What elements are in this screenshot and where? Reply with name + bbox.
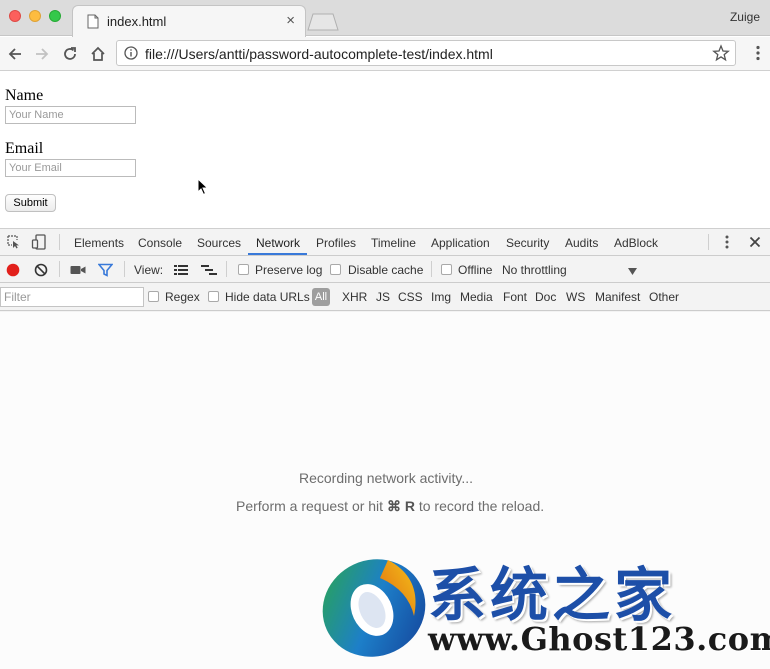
toolbar-divider [226, 261, 227, 277]
tab-timeline[interactable]: Timeline [371, 236, 416, 250]
reload-icon[interactable] [60, 44, 80, 64]
clear-icon[interactable] [33, 262, 49, 278]
reload-hint: Perform a request or hit ⌘ R to record t… [236, 498, 544, 515]
tab-application[interactable]: Application [431, 236, 490, 250]
minimize-window-button[interactable] [29, 10, 41, 22]
forward-icon[interactable] [32, 44, 52, 64]
hide-data-urls-label: Hide data URLs [225, 290, 310, 304]
tab-elements[interactable]: Elements [74, 236, 124, 250]
reload-shortcut: ⌘ R [386, 498, 415, 514]
name-field[interactable]: Your Name [5, 106, 136, 124]
filter-input[interactable]: Filter [0, 287, 144, 307]
filter-type-doc[interactable]: Doc [535, 290, 556, 304]
dropdown-arrow-icon [628, 265, 637, 279]
offline-checkbox[interactable] [441, 264, 452, 275]
devtools-tab-bar: Elements Console Sources Network Profile… [0, 229, 770, 256]
recording-message: Recording network activity... [299, 470, 474, 486]
tab-profiles[interactable]: Profiles [316, 236, 356, 250]
page-icon [87, 14, 99, 32]
tab-audits[interactable]: Audits [565, 236, 598, 250]
browser-tab[interactable]: index.html × [72, 5, 306, 37]
watermark-url-text: www.Ghost123.com [428, 620, 770, 658]
bookmark-star-icon[interactable] [712, 44, 730, 65]
watermark: 系统之家 www.Ghost123.com [318, 550, 770, 669]
filter-type-ws[interactable]: WS [566, 290, 585, 304]
tab-adblock[interactable]: AdBlock [614, 236, 658, 250]
toolbar-divider [59, 234, 60, 250]
toolbar-divider [124, 261, 125, 277]
toolbar-divider [431, 261, 432, 277]
tab-console[interactable]: Console [138, 236, 182, 250]
filter-type-js[interactable]: JS [376, 290, 390, 304]
tab-security[interactable]: Security [506, 236, 549, 250]
back-icon[interactable] [5, 44, 25, 64]
tab-title: index.html [107, 14, 167, 29]
name-label: Name [5, 87, 44, 104]
filter-type-xhr[interactable]: XHR [342, 290, 367, 304]
email-label: Email [5, 140, 44, 157]
reload-hint-prefix: Perform a request or hit [236, 498, 387, 514]
tab-network[interactable]: Network [256, 236, 300, 250]
toolbar-divider [708, 234, 709, 250]
watermark-logo-icon [318, 550, 430, 665]
toolbar-divider [59, 261, 60, 277]
submit-button[interactable]: Submit [5, 194, 56, 212]
throttling-value: No throttling [502, 263, 567, 277]
page-content: Name Your Name Email Your Email Submit [0, 72, 770, 228]
disable-cache-checkbox[interactable] [330, 264, 341, 275]
close-devtools-icon[interactable] [747, 234, 763, 250]
hide-data-urls-checkbox[interactable] [208, 291, 219, 302]
close-window-button[interactable] [9, 10, 21, 22]
offline-label: Offline [458, 263, 493, 277]
regex-checkbox[interactable] [148, 291, 159, 302]
filter-type-all[interactable]: All [312, 288, 330, 306]
filter-icon[interactable] [97, 262, 113, 278]
preserve-log-checkbox[interactable] [238, 264, 249, 275]
regex-label: Regex [165, 290, 200, 304]
network-toolbar: View: Preserve log Disable cache Offline… [0, 256, 770, 283]
profile-name[interactable]: Zuige [730, 10, 760, 24]
inspect-element-icon[interactable] [6, 234, 22, 250]
mouse-cursor-icon [197, 177, 209, 199]
browser-menu-icon[interactable] [756, 45, 760, 64]
email-field[interactable]: Your Email [5, 159, 136, 177]
filter-bar: Filter Regex Hide data URLs All XHR JS C… [0, 283, 770, 311]
tab-close-icon[interactable]: × [286, 12, 295, 29]
view-label: View: [134, 263, 164, 277]
throttling-select[interactable]: No throttling [500, 260, 642, 280]
filter-type-other[interactable]: Other [649, 290, 679, 304]
disable-cache-label: Disable cache [348, 263, 424, 277]
filter-type-font[interactable]: Font [503, 290, 527, 304]
record-icon[interactable] [5, 262, 21, 278]
device-toolbar-icon[interactable] [31, 234, 47, 250]
info-icon[interactable] [124, 46, 138, 63]
filter-type-media[interactable]: Media [460, 290, 493, 304]
address-bar[interactable]: file:///Users/antti/password-autocomplet… [116, 40, 736, 66]
tab-sources[interactable]: Sources [197, 236, 241, 250]
url-text[interactable]: file:///Users/antti/password-autocomplet… [145, 46, 493, 62]
home-icon[interactable] [88, 44, 108, 64]
preserve-log-label: Preserve log [255, 263, 323, 277]
overview-waterfall-icon[interactable] [201, 262, 217, 278]
zoom-window-button[interactable] [49, 10, 61, 22]
reload-hint-suffix: to record the reload. [414, 498, 545, 514]
filter-type-css[interactable]: CSS [398, 290, 423, 304]
active-tab-indicator [248, 253, 307, 255]
filter-type-manifest[interactable]: Manifest [595, 290, 640, 304]
title-bar: index.html × Zuige [0, 0, 770, 37]
browser-toolbar: file:///Users/antti/password-autocomplet… [0, 37, 770, 71]
filter-type-img[interactable]: Img [431, 290, 451, 304]
new-tab-button[interactable] [306, 13, 340, 31]
devtools-menu-icon[interactable] [722, 234, 732, 250]
large-rows-icon[interactable] [173, 262, 189, 278]
capture-screenshots-icon[interactable] [70, 262, 86, 278]
